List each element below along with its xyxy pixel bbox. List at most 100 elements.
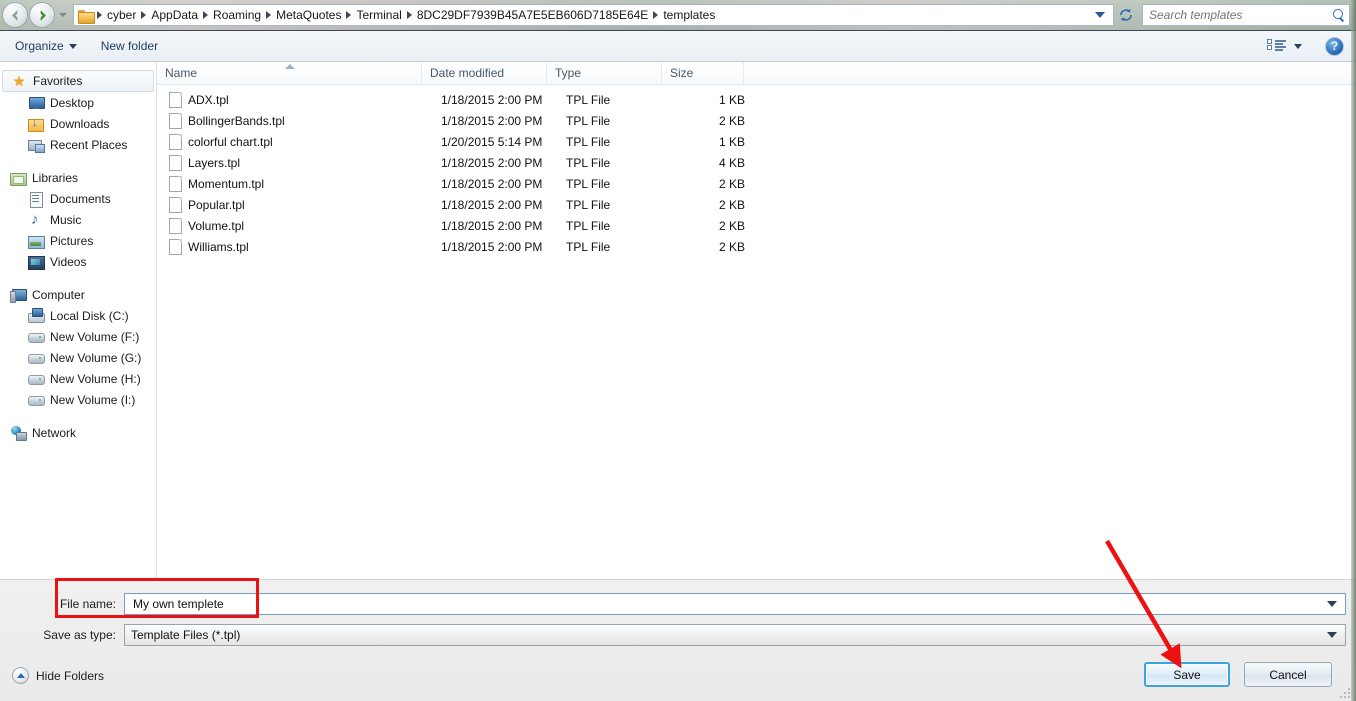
search-input[interactable] xyxy=(1147,7,1332,23)
change-view-button[interactable] xyxy=(1258,33,1311,59)
chevron-down-icon[interactable] xyxy=(1327,601,1337,607)
file-date: 1/18/2015 2:00 PM xyxy=(441,239,543,254)
computer-icon xyxy=(10,287,27,303)
new-folder-label: New folder xyxy=(100,39,159,53)
table-row[interactable]: colorful chart.tpl 1/20/2015 5:14 PM TPL… xyxy=(157,131,1356,152)
column-label: Type xyxy=(555,66,582,80)
breadcrumb-separator[interactable] xyxy=(406,11,412,19)
chevron-down-icon[interactable] xyxy=(1327,632,1337,638)
file-size: 1 KB xyxy=(718,134,745,149)
search-box[interactable] xyxy=(1142,4,1350,26)
save-button[interactable]: Save xyxy=(1144,662,1230,687)
file-name: Popular.tpl xyxy=(188,197,245,212)
table-row[interactable]: Layers.tpl 1/18/2015 2:00 PM TPL File 4 … xyxy=(157,152,1356,173)
breadcrumb-separator[interactable] xyxy=(266,11,272,19)
sidebar-item-local-disk-c[interactable]: Local Disk (C:) xyxy=(0,305,156,326)
breadcrumb-separator[interactable] xyxy=(653,11,659,19)
sidebar-item-volume-g[interactable]: New Volume (G:) xyxy=(0,347,156,368)
file-name-combobox[interactable] xyxy=(124,593,1346,615)
recent-pages-button[interactable] xyxy=(59,13,67,17)
file-name: Williams.tpl xyxy=(188,239,249,254)
table-row[interactable]: BollingerBands.tpl 1/18/2015 2:00 PM TPL… xyxy=(157,110,1356,131)
sidebar-label: New Volume (I:) xyxy=(50,392,136,407)
column-header-size[interactable]: Size xyxy=(662,61,744,85)
view-list-icon xyxy=(1267,38,1287,54)
sidebar-item-volume-f[interactable]: New Volume (F:) xyxy=(0,326,156,347)
organize-label: Organize xyxy=(15,39,64,53)
breadcrumb-item-1[interactable]: AppData xyxy=(147,6,202,24)
table-row[interactable]: Popular.tpl 1/18/2015 2:00 PM TPL File 2… xyxy=(157,194,1356,215)
breadcrumb-separator[interactable] xyxy=(97,11,102,19)
sidebar-label: Downloads xyxy=(50,116,110,131)
new-folder-button[interactable]: New folder xyxy=(92,34,167,58)
sidebar-item-libraries[interactable]: Libraries xyxy=(0,167,156,188)
breadcrumb-item-3[interactable]: MetaQuotes xyxy=(272,6,345,24)
sidebar-item-volume-h[interactable]: New Volume (H:) xyxy=(0,368,156,389)
sidebar-item-desktop[interactable]: Desktop xyxy=(0,92,156,113)
breadcrumb-separator[interactable] xyxy=(141,11,147,19)
save-label: Save xyxy=(1173,667,1201,682)
back-button[interactable] xyxy=(2,2,28,28)
window-right-edge xyxy=(1351,0,1356,701)
breadcrumb: cyber AppData Roaming MetaQuotes Termina… xyxy=(96,6,1091,24)
save-as-type-label: Save as type: xyxy=(43,628,116,642)
sidebar-label: Libraries xyxy=(32,170,79,185)
sidebar-item-network[interactable]: Network xyxy=(0,422,156,443)
save-as-type-value: Template Files (*.tpl) xyxy=(131,628,241,642)
tpl-file-icon xyxy=(169,196,182,213)
file-type: TPL File xyxy=(566,218,611,233)
file-name-input[interactable] xyxy=(131,596,1321,612)
hide-folders-button[interactable]: Hide Folders xyxy=(12,667,104,684)
column-label: Name xyxy=(165,66,198,80)
sidebar-label: Network xyxy=(32,425,77,440)
libraries-icon xyxy=(10,170,27,186)
drive-icon xyxy=(28,392,45,408)
sidebar-item-computer[interactable]: Computer xyxy=(0,284,156,305)
column-label: Size xyxy=(670,66,694,80)
sidebar-label: Local Disk (C:) xyxy=(50,308,129,323)
column-header-type[interactable]: Type xyxy=(547,61,662,85)
sidebar-item-music[interactable]: Music xyxy=(0,209,156,230)
file-name: Momentum.tpl xyxy=(188,176,265,191)
refresh-button[interactable] xyxy=(1114,4,1138,26)
breadcrumb-item-4[interactable]: Terminal xyxy=(352,6,405,24)
drive-icon xyxy=(28,371,45,387)
sidebar-item-pictures[interactable]: Pictures xyxy=(0,230,156,251)
table-row[interactable]: ADX.tpl 1/18/2015 2:00 PM TPL File 1 KB xyxy=(157,89,1356,110)
help-icon[interactable]: ? xyxy=(1325,36,1344,56)
table-row[interactable]: Williams.tpl 1/18/2015 2:00 PM TPL File … xyxy=(157,236,1356,257)
command-toolbar: Organize New folder ? xyxy=(0,30,1356,62)
sidebar-item-downloads[interactable]: Downloads xyxy=(0,113,156,134)
breadcrumb-bar[interactable]: cyber AppData Roaming MetaQuotes Termina… xyxy=(73,4,1114,26)
search-icon xyxy=(1332,8,1345,22)
hide-folders-label: Hide Folders xyxy=(36,668,105,683)
resize-grip[interactable] xyxy=(1338,686,1350,698)
cancel-button[interactable]: Cancel xyxy=(1244,662,1332,687)
navigation-buttons xyxy=(2,2,71,28)
file-name: ADX.tpl xyxy=(188,92,229,107)
sidebar-label: New Volume (G:) xyxy=(50,350,142,365)
file-name: Volume.tpl xyxy=(188,218,245,233)
sidebar-item-volume-i[interactable]: New Volume (I:) xyxy=(0,389,156,410)
organize-button[interactable]: Organize xyxy=(6,34,86,58)
table-row[interactable]: Volume.tpl 1/18/2015 2:00 PM TPL File 2 … xyxy=(157,215,1356,236)
address-dropdown-icon[interactable] xyxy=(1095,12,1105,18)
breadcrumb-item-5[interactable]: 8DC29DF7939B45A7E5EB606D7185E64E xyxy=(413,6,653,24)
column-header-date-modified[interactable]: Date modified xyxy=(422,61,547,85)
navigation-pane: ★ Favorites Desktop Downloads Recent Pla… xyxy=(0,62,157,579)
sidebar-label: Desktop xyxy=(50,95,95,110)
forward-button[interactable] xyxy=(29,2,55,28)
save-as-type-combobox[interactable]: Template Files (*.tpl) xyxy=(124,624,1346,646)
save-as-dialog: cyber AppData Roaming MetaQuotes Termina… xyxy=(0,0,1356,701)
sidebar-item-videos[interactable]: Videos xyxy=(0,251,156,272)
breadcrumb-separator[interactable] xyxy=(346,11,352,19)
sidebar-item-recent-places[interactable]: Recent Places xyxy=(0,134,156,155)
breadcrumb-item-2[interactable]: Roaming xyxy=(209,6,265,24)
breadcrumb-separator[interactable] xyxy=(203,11,209,19)
sidebar-item-documents[interactable]: Documents xyxy=(0,188,156,209)
table-row[interactable]: Momentum.tpl 1/18/2015 2:00 PM TPL File … xyxy=(157,173,1356,194)
sidebar-item-favorites[interactable]: ★ Favorites xyxy=(2,70,154,92)
breadcrumb-item-6[interactable]: templates xyxy=(659,6,719,24)
breadcrumb-item-0[interactable]: cyber xyxy=(103,6,140,24)
